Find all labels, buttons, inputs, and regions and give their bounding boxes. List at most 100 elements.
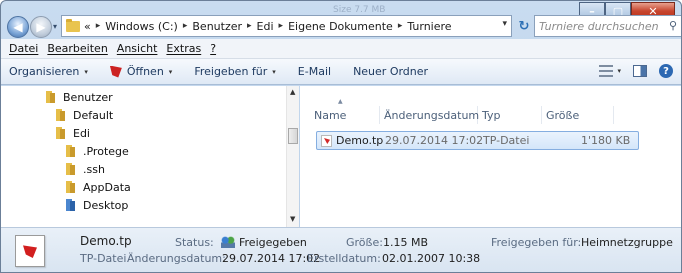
- back-button[interactable]: ◀: [7, 16, 29, 38]
- email-button[interactable]: E-Mail: [298, 65, 331, 78]
- breadcrumb-item[interactable]: Benutzer: [192, 20, 242, 33]
- share-button[interactable]: Freigeben für ▾: [194, 65, 275, 78]
- organize-button[interactable]: Organisieren ▾: [9, 65, 88, 78]
- size-label: Größe:: [346, 236, 383, 249]
- tree-item-label: Desktop: [83, 198, 129, 212]
- help-icon[interactable]: ?: [659, 64, 673, 78]
- tree-item-protege[interactable]: .Protege: [65, 142, 129, 160]
- scroll-down-icon[interactable]: ▼: [290, 215, 295, 223]
- column-header-size[interactable]: Größe: [542, 106, 614, 124]
- menu-ansicht[interactable]: Ansicht: [117, 42, 158, 55]
- address-dropdown-icon[interactable]: ▾: [502, 19, 507, 29]
- folder-icon: [45, 91, 57, 103]
- share-label: Freigeben für: [194, 65, 268, 78]
- menu-bearbeiten[interactable]: Bearbeiten: [47, 42, 107, 55]
- open-button[interactable]: Öffnen ▾: [109, 65, 173, 78]
- preview-pane-icon[interactable]: [633, 65, 647, 77]
- details-file-type: TP-Datei: [80, 252, 127, 265]
- tree-item-appdata[interactable]: AppData: [65, 178, 131, 196]
- tree-item-edi[interactable]: Edi: [55, 124, 90, 142]
- file-type: TP-Datei: [483, 134, 530, 147]
- forward-button[interactable]: ▶: [30, 16, 52, 38]
- chevron-down-icon: ▾: [168, 67, 173, 76]
- column-headers: ▲ Name Änderungsdatum Typ Größe: [300, 98, 681, 124]
- chevron-down-icon: ▾: [84, 67, 88, 76]
- explorer-window: Size 7.7 MB – ▢ ✕ ◀ ▶ ▾ « ▸ Windows (C:)…: [0, 0, 682, 273]
- window-title: Size 7.7 MB: [333, 5, 386, 15]
- organize-label: Organisieren: [9, 65, 80, 78]
- tree-item-label: .Protege: [83, 144, 129, 158]
- tree-item-label: .ssh: [83, 162, 105, 176]
- shared-with-label: Freigegeben für:: [491, 236, 582, 249]
- address-bar[interactable]: « ▸ Windows (C:) ▸ Benutzer ▸ Edi ▸ Eige…: [61, 15, 512, 37]
- search-input[interactable]: Turniere durchsuchen ⚲: [534, 15, 681, 37]
- refresh-icon: ↻: [518, 18, 530, 34]
- menu-extras[interactable]: Extras: [166, 42, 201, 55]
- column-header-name[interactable]: Name: [310, 106, 380, 124]
- chevron-down-icon: ▾: [272, 67, 276, 76]
- forward-arrow-icon: ▶: [36, 20, 46, 34]
- tree-item-desktop[interactable]: Desktop: [65, 196, 128, 214]
- scrollbar-thumb[interactable]: [288, 128, 298, 144]
- file-modified: 29.07.2014 17:02: [385, 134, 484, 147]
- menu-datei[interactable]: Datei: [9, 42, 38, 55]
- column-header-modified[interactable]: Änderungsdatum: [380, 106, 479, 124]
- toolbar-right: ▾ ?: [599, 64, 673, 78]
- details-pane: Demo.tp TP-Datei Status: Freigegeben Änd…: [1, 227, 681, 272]
- tree-item-default[interactable]: Default: [55, 106, 113, 124]
- status-value: Freigegeben: [221, 236, 307, 249]
- recent-pages-button[interactable]: ▾: [53, 22, 57, 31]
- file-row-selected[interactable]: Demo.tp 29.07.2014 17:02 TP-Datei 1'180 …: [316, 131, 639, 150]
- breadcrumb-separator-icon[interactable]: ▸: [247, 21, 252, 31]
- refresh-button[interactable]: ↻: [514, 16, 534, 36]
- breadcrumb-item[interactable]: Edi: [257, 20, 274, 33]
- sort-ascending-icon: ▲: [338, 98, 343, 105]
- breadcrumb-separator-icon[interactable]: ▸: [279, 21, 284, 31]
- tree-item-benutzer[interactable]: Benutzer: [45, 88, 113, 106]
- breadcrumb-overflow[interactable]: «: [84, 20, 91, 33]
- tp-file-icon: [321, 135, 332, 147]
- new-folder-button[interactable]: Neuer Ordner: [353, 65, 428, 78]
- created-label: Erstelldatum:: [307, 252, 381, 265]
- back-arrow-icon: ◀: [13, 20, 23, 34]
- breadcrumb-item[interactable]: Windows (C:): [105, 20, 178, 33]
- breadcrumb-item[interactable]: Eigene Dokumente: [288, 20, 393, 33]
- tree-item-label: AppData: [83, 180, 131, 194]
- tree-item-label: Edi: [73, 126, 90, 140]
- folder-icon: [65, 163, 77, 175]
- navigation-pane: Benutzer Default Edi .Protege .ssh AppDa…: [1, 86, 299, 227]
- folder-icon: [65, 145, 77, 157]
- tree-item-ssh[interactable]: .ssh: [65, 160, 105, 178]
- search-placeholder: Turniere durchsuchen: [539, 20, 659, 33]
- status-label: Status:: [175, 236, 214, 249]
- modified-value: 29.07.2014 17:02: [222, 252, 321, 265]
- command-bar: Organisieren ▾ Öffnen ▾ Freigeben für ▾ …: [1, 59, 681, 85]
- size-value: 1.15 MB: [383, 236, 429, 249]
- column-header-type[interactable]: Typ: [478, 106, 542, 124]
- open-label: Öffnen: [126, 65, 164, 78]
- breadcrumb-separator-icon[interactable]: ▸: [96, 21, 101, 31]
- folder-icon: [55, 109, 67, 121]
- file-size: 1'180 KB: [581, 134, 631, 147]
- folder-icon: [66, 18, 80, 32]
- menu-help[interactable]: ?: [210, 42, 216, 55]
- desktop-folder-icon: [65, 199, 77, 211]
- search-icon[interactable]: ⚲: [669, 19, 677, 32]
- tree-item-label: Benutzer: [63, 90, 113, 104]
- file-type-icon: [15, 235, 45, 267]
- breadcrumb-item[interactable]: Turniere: [407, 20, 451, 33]
- folder-icon: [65, 181, 77, 193]
- navigation-scrollbar[interactable]: ▲ ▼: [286, 86, 299, 227]
- menu-bar: Datei Bearbeiten Ansicht Extras ?: [1, 39, 681, 59]
- shared-users-icon: [221, 236, 235, 248]
- scroll-up-icon[interactable]: ▲: [290, 88, 295, 96]
- file-name: Demo.tp: [336, 134, 384, 147]
- file-list: ▲ Name Änderungsdatum Typ Größe Demo.tp …: [300, 86, 681, 227]
- open-app-icon: [109, 65, 122, 78]
- breadcrumb-separator-icon[interactable]: ▸: [183, 21, 188, 31]
- chevron-down-icon[interactable]: ▾: [617, 67, 621, 75]
- created-value: 02.01.2007 10:38: [382, 252, 481, 265]
- breadcrumb-separator-icon[interactable]: ▸: [398, 21, 403, 31]
- user-folder-icon: [55, 127, 67, 139]
- view-options-icon[interactable]: [599, 65, 614, 77]
